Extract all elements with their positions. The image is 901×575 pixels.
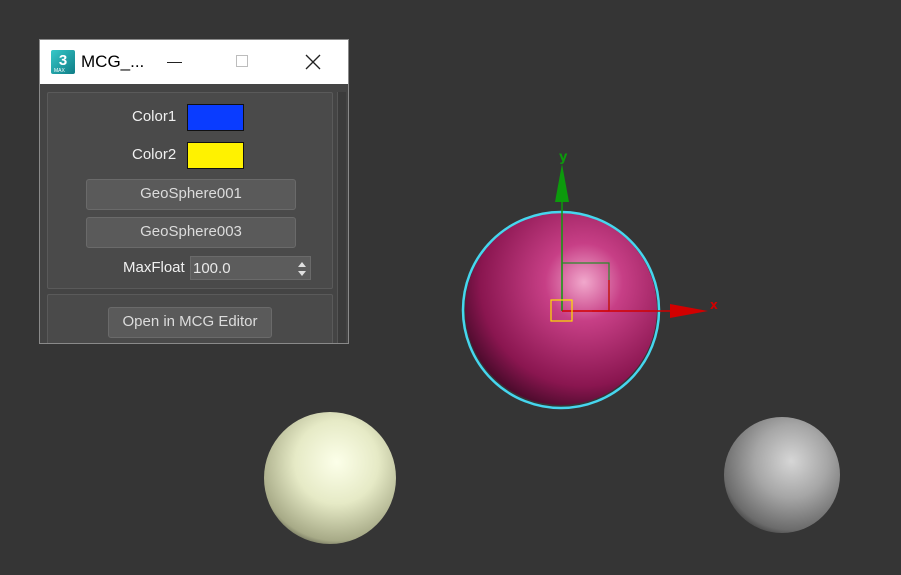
close-button[interactable] <box>298 47 330 77</box>
parameters-panel: Color1 Color2 GeoSphere001 GeoSphere003 … <box>47 92 333 289</box>
window-title: MCG_... <box>81 52 145 71</box>
maximize-button[interactable] <box>227 47 259 77</box>
editor-panel: Open in MCG Editor <box>47 294 333 343</box>
title-bar[interactable]: 3 MAX MCG_... <box>40 40 348 84</box>
mcg-rollout-window[interactable]: 3 MAX MCG_... Color1 Color2 GeoSphere001 … <box>39 39 349 344</box>
selected-sphere[interactable] <box>465 213 657 405</box>
maxfloat-spinner[interactable] <box>190 256 311 280</box>
pick-geosphere001-button[interactable]: GeoSphere001 <box>86 179 296 210</box>
spinner-arrows-icon[interactable] <box>298 261 306 277</box>
maxfloat-input[interactable] <box>193 258 289 278</box>
minimize-button[interactable] <box>159 47 191 77</box>
color2-swatch[interactable] <box>187 142 244 169</box>
panel-scrollbar[interactable] <box>337 92 346 343</box>
color2-label: Color2 <box>132 146 177 163</box>
close-icon <box>305 54 321 70</box>
gizmo-y-label: y <box>559 150 568 165</box>
color1-label: Color1 <box>132 108 177 125</box>
3dsmax-app-icon: 3 MAX <box>51 50 75 74</box>
left-sphere[interactable] <box>264 412 396 544</box>
maxfloat-label: MaxFloat <box>123 259 185 276</box>
pick-geosphere003-button[interactable]: GeoSphere003 <box>86 217 296 248</box>
open-in-mcg-editor-button[interactable]: Open in MCG Editor <box>108 307 272 338</box>
color1-swatch[interactable] <box>187 104 244 131</box>
gizmo-x-label: x <box>710 298 718 312</box>
right-sphere[interactable] <box>724 417 840 533</box>
